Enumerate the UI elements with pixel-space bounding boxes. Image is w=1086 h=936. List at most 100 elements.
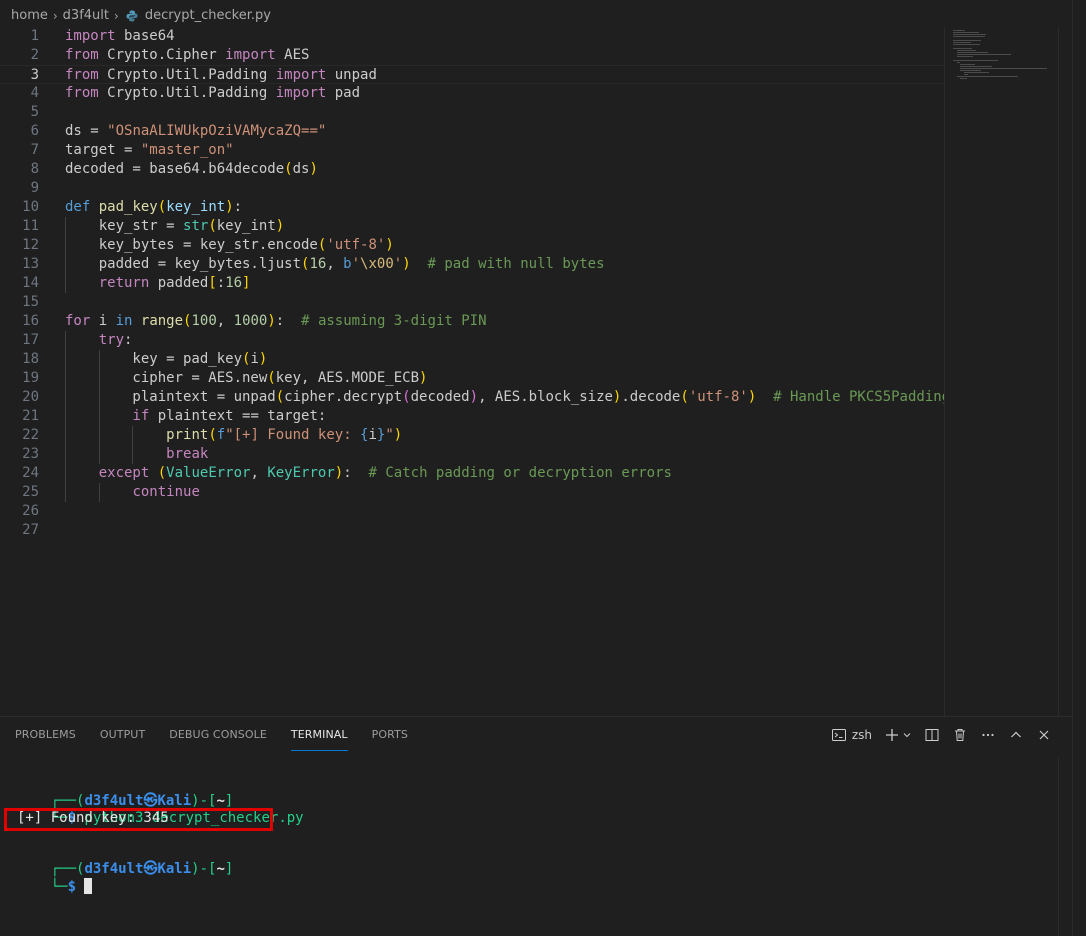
line-number: 23 bbox=[22, 446, 39, 462]
minimap-line bbox=[956, 76, 1018, 77]
more-actions-button[interactable] bbox=[980, 727, 996, 743]
terminal-shell-selector[interactable]: zsh bbox=[831, 727, 872, 743]
code-text: print(f"[+] Found key: {i}") bbox=[166, 427, 403, 443]
code-line[interactable]: 23 break bbox=[0, 445, 944, 464]
minimap-line bbox=[960, 66, 992, 67]
minimap[interactable] bbox=[944, 27, 1059, 716]
tab-debug-console[interactable]: DEBUG CONSOLE bbox=[169, 724, 267, 745]
line-number: 4 bbox=[30, 85, 39, 101]
minimap-line bbox=[953, 42, 971, 43]
code-line[interactable]: 24 except (ValueError, KeyError): # Catc… bbox=[0, 464, 944, 483]
line-number: 1 bbox=[30, 28, 39, 44]
panel-tab-bar: PROBLEMS OUTPUT DEBUG CONSOLE TERMINAL P… bbox=[0, 716, 1072, 752]
close-icon bbox=[1039, 730, 1049, 740]
terminal-scrollbar[interactable] bbox=[1058, 758, 1073, 936]
code-line[interactable]: 20 plaintext = unpad(cipher.decrypt(deco… bbox=[0, 388, 944, 407]
minimap-line bbox=[956, 62, 961, 63]
maximize-panel-button[interactable] bbox=[1008, 727, 1024, 743]
line-number: 9 bbox=[30, 180, 39, 196]
plus-icon bbox=[886, 729, 898, 741]
minimap-line bbox=[953, 30, 965, 31]
minimap-line bbox=[960, 70, 981, 71]
code-line[interactable]: 19 cipher = AES.new(key, AES.MODE_ECB) bbox=[0, 369, 944, 388]
line-number: 7 bbox=[30, 142, 39, 158]
code-line[interactable]: 16 for i in range(100, 1000): # assuming … bbox=[0, 312, 944, 331]
code-text: key = pad_key(i) bbox=[65, 351, 268, 367]
chevron-right-icon: › bbox=[52, 8, 58, 23]
line-number: 12 bbox=[22, 237, 39, 253]
kill-terminal-button[interactable] bbox=[952, 727, 968, 743]
code-line[interactable]: 11 key_str = str(key_int) bbox=[0, 217, 944, 236]
code-line[interactable]: 21 if plaintext == target: bbox=[0, 407, 944, 426]
tab-output[interactable]: OUTPUT bbox=[100, 724, 145, 745]
code-text: target = "master_on" bbox=[65, 142, 234, 158]
editor-scrollbar[interactable] bbox=[1058, 27, 1073, 716]
minimap-line bbox=[960, 78, 968, 79]
shell-name: zsh bbox=[851, 728, 872, 742]
code-text: from Crypto.Util.Padding import pad bbox=[65, 85, 361, 101]
code-text: ds = "OSnaALIWUkpOziVAMycaZQ==" bbox=[65, 123, 327, 139]
minimap-line bbox=[953, 48, 972, 49]
code-line[interactable]: 5 bbox=[0, 103, 944, 122]
code-line[interactable]: 22 print(f"[+] Found key: {i}") bbox=[0, 426, 944, 445]
code-line[interactable]: 18 key = pad_key(i) bbox=[0, 350, 944, 369]
code-line[interactable]: 26 bbox=[0, 502, 944, 521]
code-line[interactable]: 8 decoded = base64.b64decode(ds) bbox=[0, 160, 944, 179]
code-text: return padded[:16] bbox=[98, 275, 251, 291]
line-number: 20 bbox=[22, 389, 39, 405]
code-text: continue bbox=[132, 484, 200, 500]
tab-terminal[interactable]: TERMINAL bbox=[290, 724, 348, 751]
code-line[interactable]: 13 padded = key_bytes.ljust(16, b'\x00')… bbox=[0, 255, 944, 274]
python-file-icon bbox=[126, 10, 138, 21]
code-line[interactable]: 15 bbox=[0, 293, 944, 312]
line-number: 25 bbox=[22, 484, 39, 500]
code-line[interactable]: 25 continue bbox=[0, 483, 944, 502]
minimap-line bbox=[953, 34, 987, 35]
code-line[interactable]: 4 from Crypto.Util.Padding import pad bbox=[0, 84, 944, 103]
code-editor[interactable]: 1 import base64 2 from Crypto.Cipher import… bbox=[0, 27, 944, 716]
terminal[interactable]: ┌──(d3f4ult㉿Kali)-[~] └─$ python3 decryp… bbox=[0, 752, 1058, 936]
minimap-line bbox=[953, 40, 981, 41]
code-line[interactable]: 2 from Crypto.Cipher import AES bbox=[0, 46, 944, 65]
code-line[interactable]: 7 target = "master_on" bbox=[0, 141, 944, 160]
line-number: 2 bbox=[30, 47, 39, 63]
breadcrumb-home[interactable]: home bbox=[11, 8, 48, 23]
breadcrumb-file[interactable]: decrypt_checker.py bbox=[145, 8, 271, 23]
minimap-line bbox=[963, 74, 969, 75]
code-text: from Crypto.Cipher import AES bbox=[65, 47, 310, 63]
code-text: key_str = str(key_int) bbox=[65, 218, 285, 234]
code-line[interactable]: 14 return padded[:16] bbox=[0, 274, 944, 293]
terminal-prompt-line: ┌──(d3f4ult㉿Kali)-[~] bbox=[50, 793, 234, 809]
code-line[interactable]: 17 try: bbox=[0, 331, 944, 350]
terminal-prompt-line: ┌──(d3f4ult㉿Kali)-[~] bbox=[50, 861, 234, 877]
minimap-line bbox=[960, 64, 975, 65]
code-line[interactable]: 1 import base64 bbox=[0, 27, 944, 46]
code-text: plaintext = unpad(cipher.decrypt(decoded… bbox=[65, 389, 944, 405]
code-line[interactable]: 10 def pad_key(key_int): bbox=[0, 198, 944, 217]
line-number: 21 bbox=[22, 408, 39, 424]
line-number: 10 bbox=[22, 199, 39, 215]
code-line[interactable]: 12 key_bytes = key_str.encode('utf-8') bbox=[0, 236, 944, 255]
code-text: except (ValueError, KeyError): # Catch p… bbox=[98, 465, 672, 481]
minimap-line bbox=[953, 60, 998, 61]
new-terminal-button[interactable] bbox=[884, 727, 912, 743]
terminal-input-line[interactable]: └─$ bbox=[17, 861, 93, 895]
breadcrumb-user[interactable]: d3f4ult bbox=[63, 8, 109, 23]
line-number: 8 bbox=[30, 161, 39, 177]
code-text: if plaintext == target: bbox=[132, 408, 327, 424]
code-line[interactable]: 27 bbox=[0, 521, 944, 540]
tab-problems[interactable]: PROBLEMS bbox=[15, 724, 76, 745]
minimap-line bbox=[960, 68, 1048, 69]
close-panel-button[interactable] bbox=[1036, 727, 1052, 743]
minimap-line bbox=[963, 72, 989, 73]
code-text: cipher = AES.new(key, AES.MODE_ECB) bbox=[65, 370, 428, 386]
split-terminal-button[interactable] bbox=[924, 727, 940, 743]
code-line[interactable]: 3 from Crypto.Util.Padding import unpad bbox=[0, 65, 944, 84]
tab-ports[interactable]: PORTS bbox=[372, 724, 408, 745]
line-number: 5 bbox=[30, 104, 39, 120]
code-line[interactable]: 9 bbox=[0, 179, 944, 198]
code-line[interactable]: 6 ds = "OSnaALIWUkpOziVAMycaZQ==" bbox=[0, 122, 944, 141]
line-number: 15 bbox=[22, 294, 39, 310]
terminal-icon bbox=[831, 729, 846, 741]
line-number: 17 bbox=[22, 332, 39, 348]
